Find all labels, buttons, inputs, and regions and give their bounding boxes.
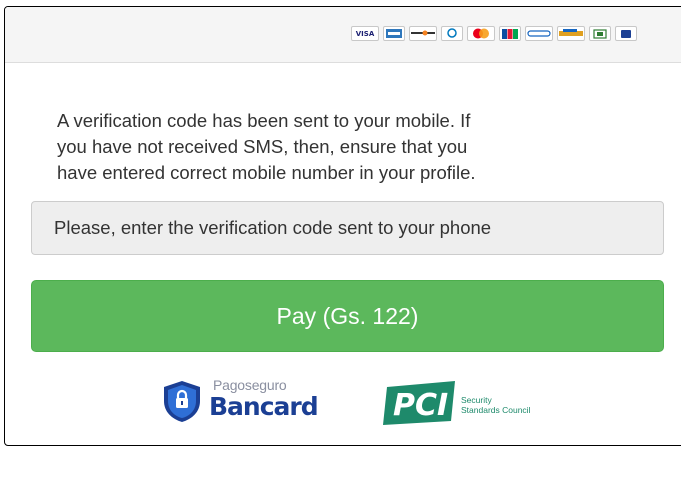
pci-council-text: Security Standards Council: [461, 395, 530, 415]
message-line-3: have entered correct mobile number in yo…: [57, 162, 476, 183]
amex-card-icon: [383, 26, 405, 41]
jcb-card-icon: [499, 26, 521, 41]
payment-panel: VISA A verification code has been sent t…: [4, 6, 681, 446]
card-brands-list: VISA: [351, 26, 637, 41]
discover-card-icon: [409, 26, 437, 41]
pago-seguro-text: Pagoseguro: [213, 377, 287, 393]
bancard-wordmark: Bancard: [209, 392, 319, 421]
message-line-2: you have not received SMS, then, ensure …: [57, 136, 468, 157]
verification-message: A verification code has been sent to you…: [57, 108, 637, 186]
card-brands-header: VISA: [5, 7, 681, 63]
shield-lock-icon: [164, 381, 200, 422]
pci-council-logo: PCI Security Standards Council: [381, 375, 561, 429]
bancard-secure-logo: Pagoseguro Bancard: [161, 375, 346, 425]
panal-card-icon: [589, 26, 611, 41]
cabal-card-icon: [525, 26, 553, 41]
svg-text:PCI: PCI: [393, 388, 448, 423]
bancard-card-icon: [615, 26, 637, 41]
diners-card-icon: [441, 26, 463, 41]
mastercard-card-icon: [467, 26, 495, 41]
credicard-card-icon: [557, 26, 585, 41]
pay-button[interactable]: Pay (Gs. 122): [31, 280, 664, 352]
pci-mark-icon: PCI: [383, 381, 455, 425]
message-line-1: A verification code has been sent to you…: [57, 110, 471, 131]
visa-card-icon: VISA: [351, 26, 379, 41]
pci-text-line-2: Standards Council: [461, 405, 531, 415]
pci-text-line-1: Security: [461, 395, 492, 405]
verification-code-input[interactable]: [31, 201, 664, 255]
